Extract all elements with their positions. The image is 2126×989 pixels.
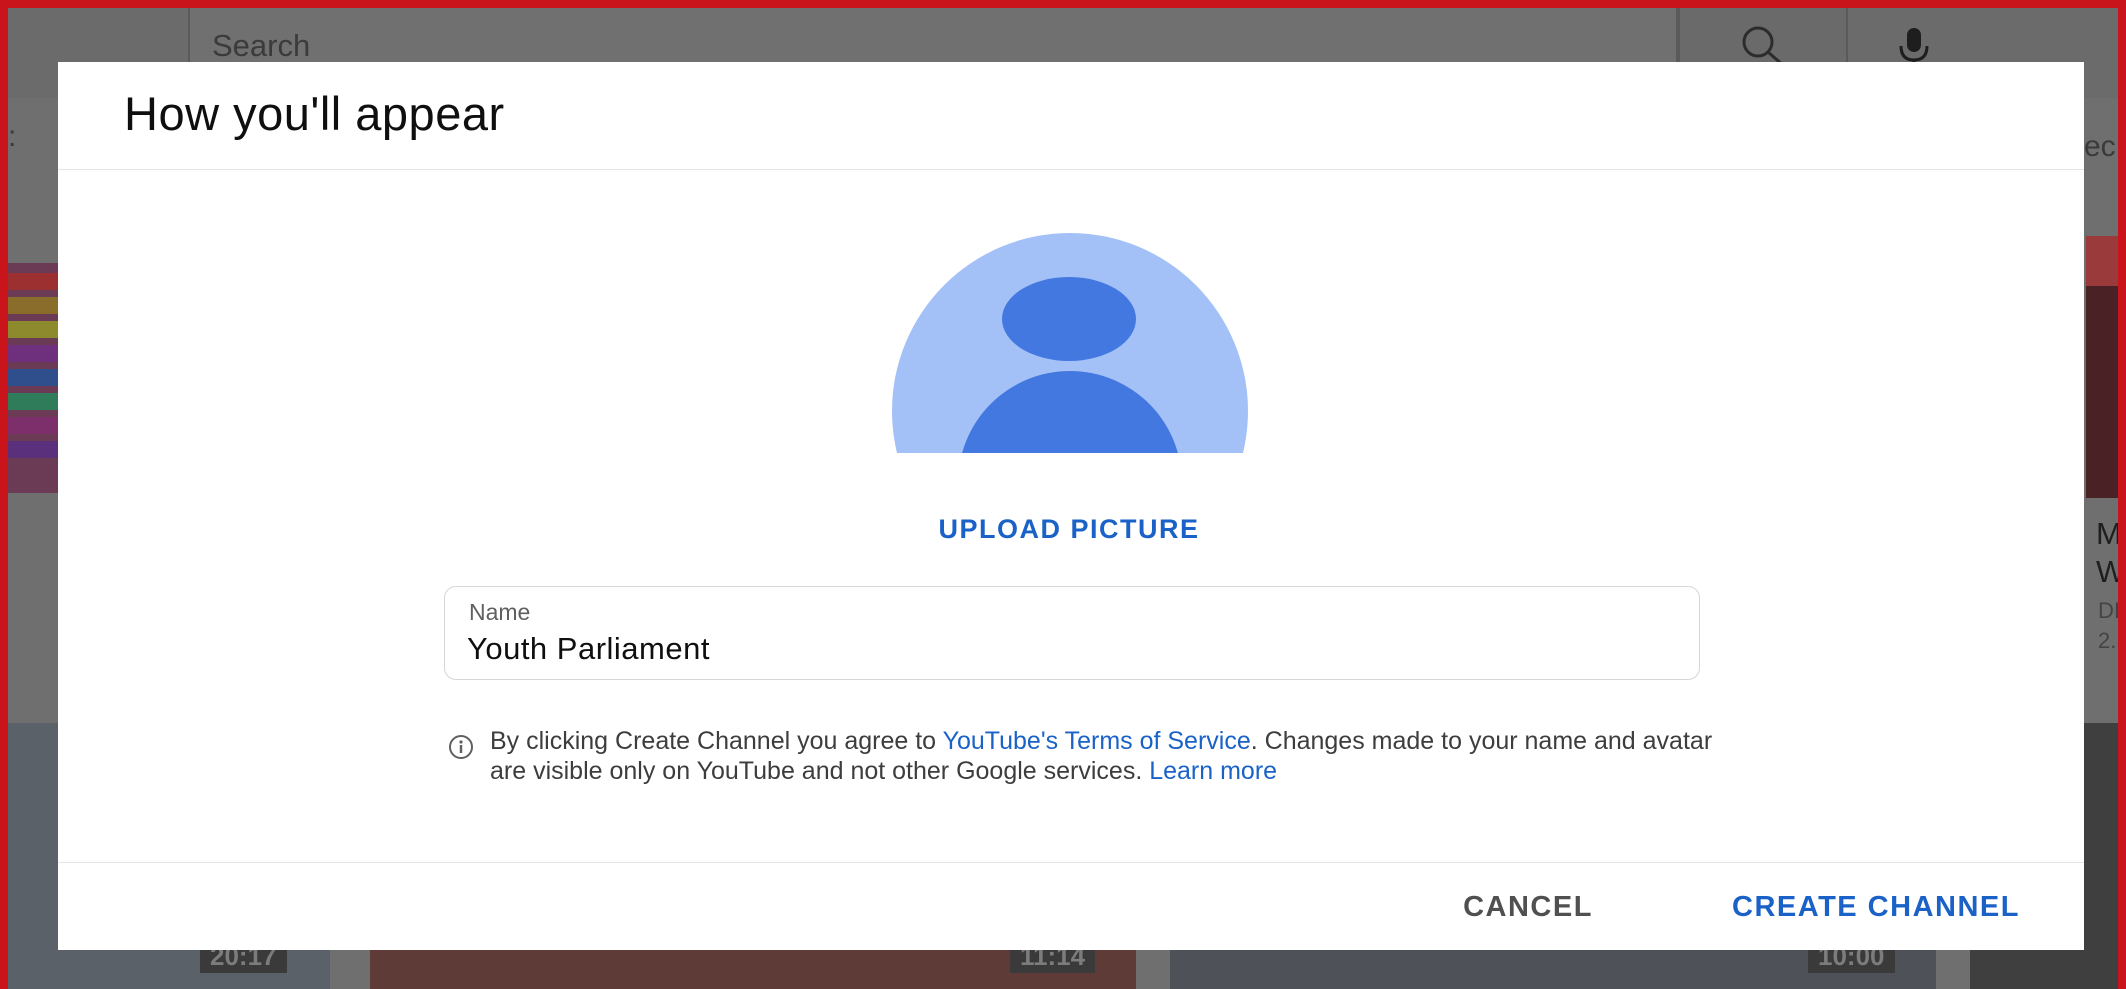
- avatar-head-shape: [1002, 277, 1136, 361]
- terms-of-service-link[interactable]: YouTube's Terms of Service: [943, 727, 1251, 755]
- bg-chip-fragment-left: :: [8, 120, 17, 153]
- name-input[interactable]: [467, 629, 1667, 669]
- create-channel-button[interactable]: CREATE CHANNEL: [1686, 863, 2066, 951]
- upload-picture-button[interactable]: UPLOAD PICTURE: [904, 506, 1234, 552]
- bg-video-title: M: [2096, 516, 2118, 551]
- name-field-label: Name: [469, 599, 531, 625]
- bg-chip-fragment-right: ec: [2084, 130, 2116, 163]
- bg-thumbnail-left: [8, 263, 60, 493]
- bg-search-placeholder: Search: [212, 28, 311, 63]
- terms-disclaimer: By clicking Create Channel you agree to …: [490, 726, 1730, 786]
- default-avatar-icon: [892, 233, 1248, 453]
- avatar: [892, 233, 1248, 453]
- dialog-header: How you'll appear: [58, 62, 2084, 170]
- dialog-footer: CANCEL CREATE CHANNEL: [58, 862, 2084, 950]
- info-icon: [449, 735, 473, 759]
- learn-more-link[interactable]: Learn more: [1149, 757, 1277, 785]
- disclaimer-text: By clicking Create Channel you agree to: [490, 727, 943, 755]
- bg-thumbnail-right: [2086, 236, 2118, 498]
- create-channel-dialog: How you'll appear UPLOAD PICTURE Name By…: [58, 62, 2084, 950]
- bg-video-meta: 2.: [2098, 628, 2117, 653]
- name-field[interactable]: Name: [444, 586, 1700, 680]
- avatar-body-shape: [958, 371, 1182, 453]
- bg-video-title: W: [2096, 554, 2118, 589]
- bg-video-meta: DI: [2098, 598, 2118, 623]
- dialog-title: How you'll appear: [124, 87, 505, 140]
- cancel-button[interactable]: CANCEL: [1438, 863, 1618, 951]
